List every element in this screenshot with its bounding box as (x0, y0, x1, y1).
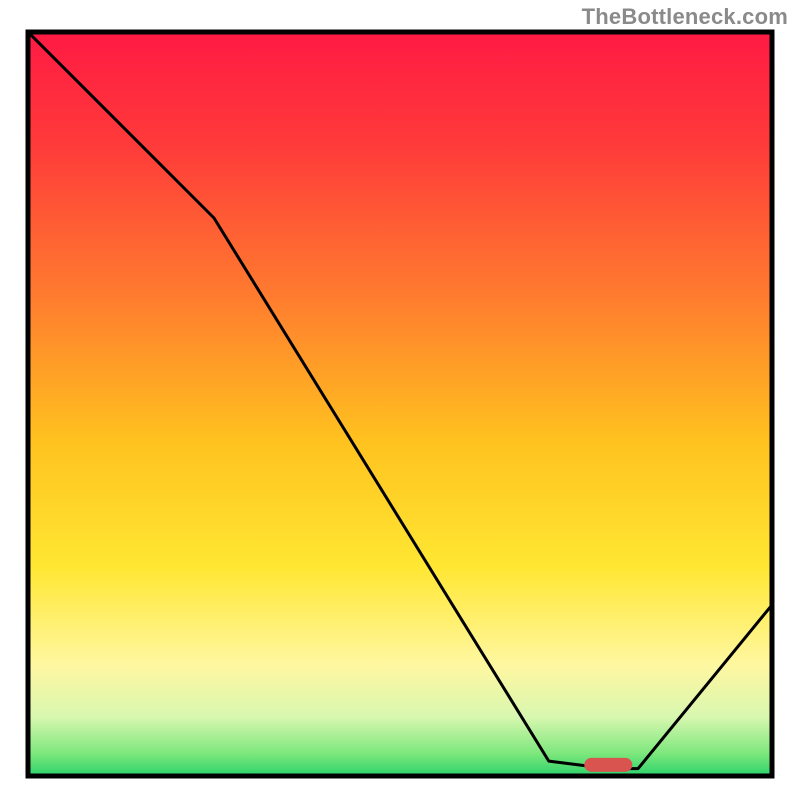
chart-svg (0, 0, 800, 800)
attribution-watermark: TheBottleneck.com (582, 4, 788, 30)
optimal-marker (584, 758, 632, 772)
plot-area (28, 32, 772, 776)
